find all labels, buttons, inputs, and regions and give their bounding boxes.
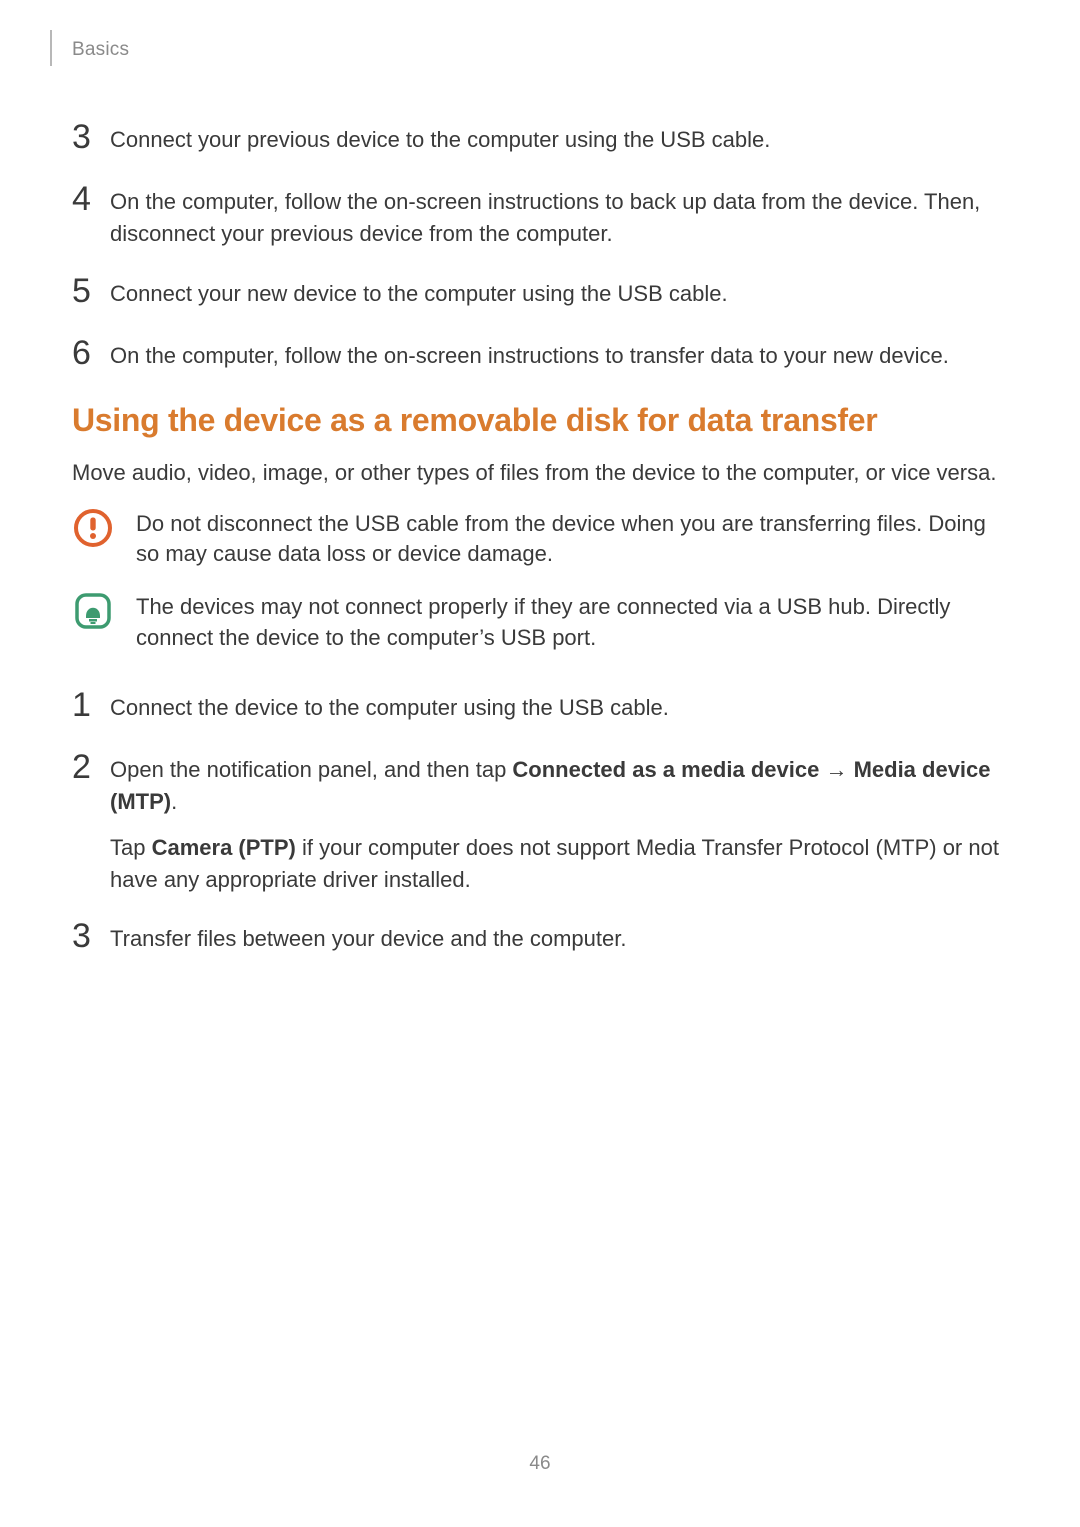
header-section-label: Basics [72,39,129,61]
text-fragment: Open the notification panel, and then ta… [110,757,512,782]
step-5: 5 Connect your new device to the compute… [72,278,1005,312]
step-number: 1 [72,688,110,722]
step-text: Open the notification panel, and then ta… [110,754,1005,896]
note-text: The devices may not connect properly if … [136,590,1005,654]
section-heading: Using the device as a removable disk for… [72,402,1005,439]
arrow-text: → [819,757,853,782]
header-rule: Basics [50,30,1005,66]
step-text: On the computer, follow the on-screen in… [110,186,1005,250]
page-number: 46 [0,1453,1080,1475]
caution-text: Do not disconnect the USB cable from the… [136,507,1005,571]
step-number: 3 [72,919,110,953]
step-number: 2 [72,750,110,784]
note-icon [72,590,114,632]
manual-page: Basics 3 Connect your previous device to… [0,0,1080,957]
step-text: Connect your new device to the computer … [110,278,1005,310]
note-callout: The devices may not connect properly if … [72,590,1005,654]
step-text: Transfer files between your device and t… [110,923,1005,955]
step-text: Connect the device to the computer using… [110,692,1005,724]
caution-icon [72,507,114,549]
step-3: 3 Connect your previous device to the co… [72,124,1005,158]
step-number: 5 [72,274,110,308]
step-4: 4 On the computer, follow the on-screen … [72,186,1005,250]
step-b1: 1 Connect the device to the computer usi… [72,692,1005,726]
caution-callout: Do not disconnect the USB cable from the… [72,507,1005,571]
page-content: 3 Connect your previous device to the co… [50,74,1005,957]
text-fragment: Tap [110,835,152,860]
step-text: On the computer, follow the on-screen in… [110,340,1005,372]
bold-text: Camera (PTP) [152,835,296,860]
step-number: 3 [72,120,110,154]
step-b2: 2 Open the notification panel, and then … [72,754,1005,896]
step-extra-text: Tap Camera (PTP) if your computer does n… [110,832,1005,896]
step-b3: 3 Transfer files between your device and… [72,923,1005,957]
step-number: 4 [72,182,110,216]
step-number: 6 [72,336,110,370]
text-fragment: . [171,789,177,814]
step-text: Connect your previous device to the comp… [110,124,1005,156]
intro-paragraph: Move audio, video, image, or other types… [72,457,1005,489]
bold-text: Connected as a media device [512,757,819,782]
step-6: 6 On the computer, follow the on-screen … [72,340,1005,374]
